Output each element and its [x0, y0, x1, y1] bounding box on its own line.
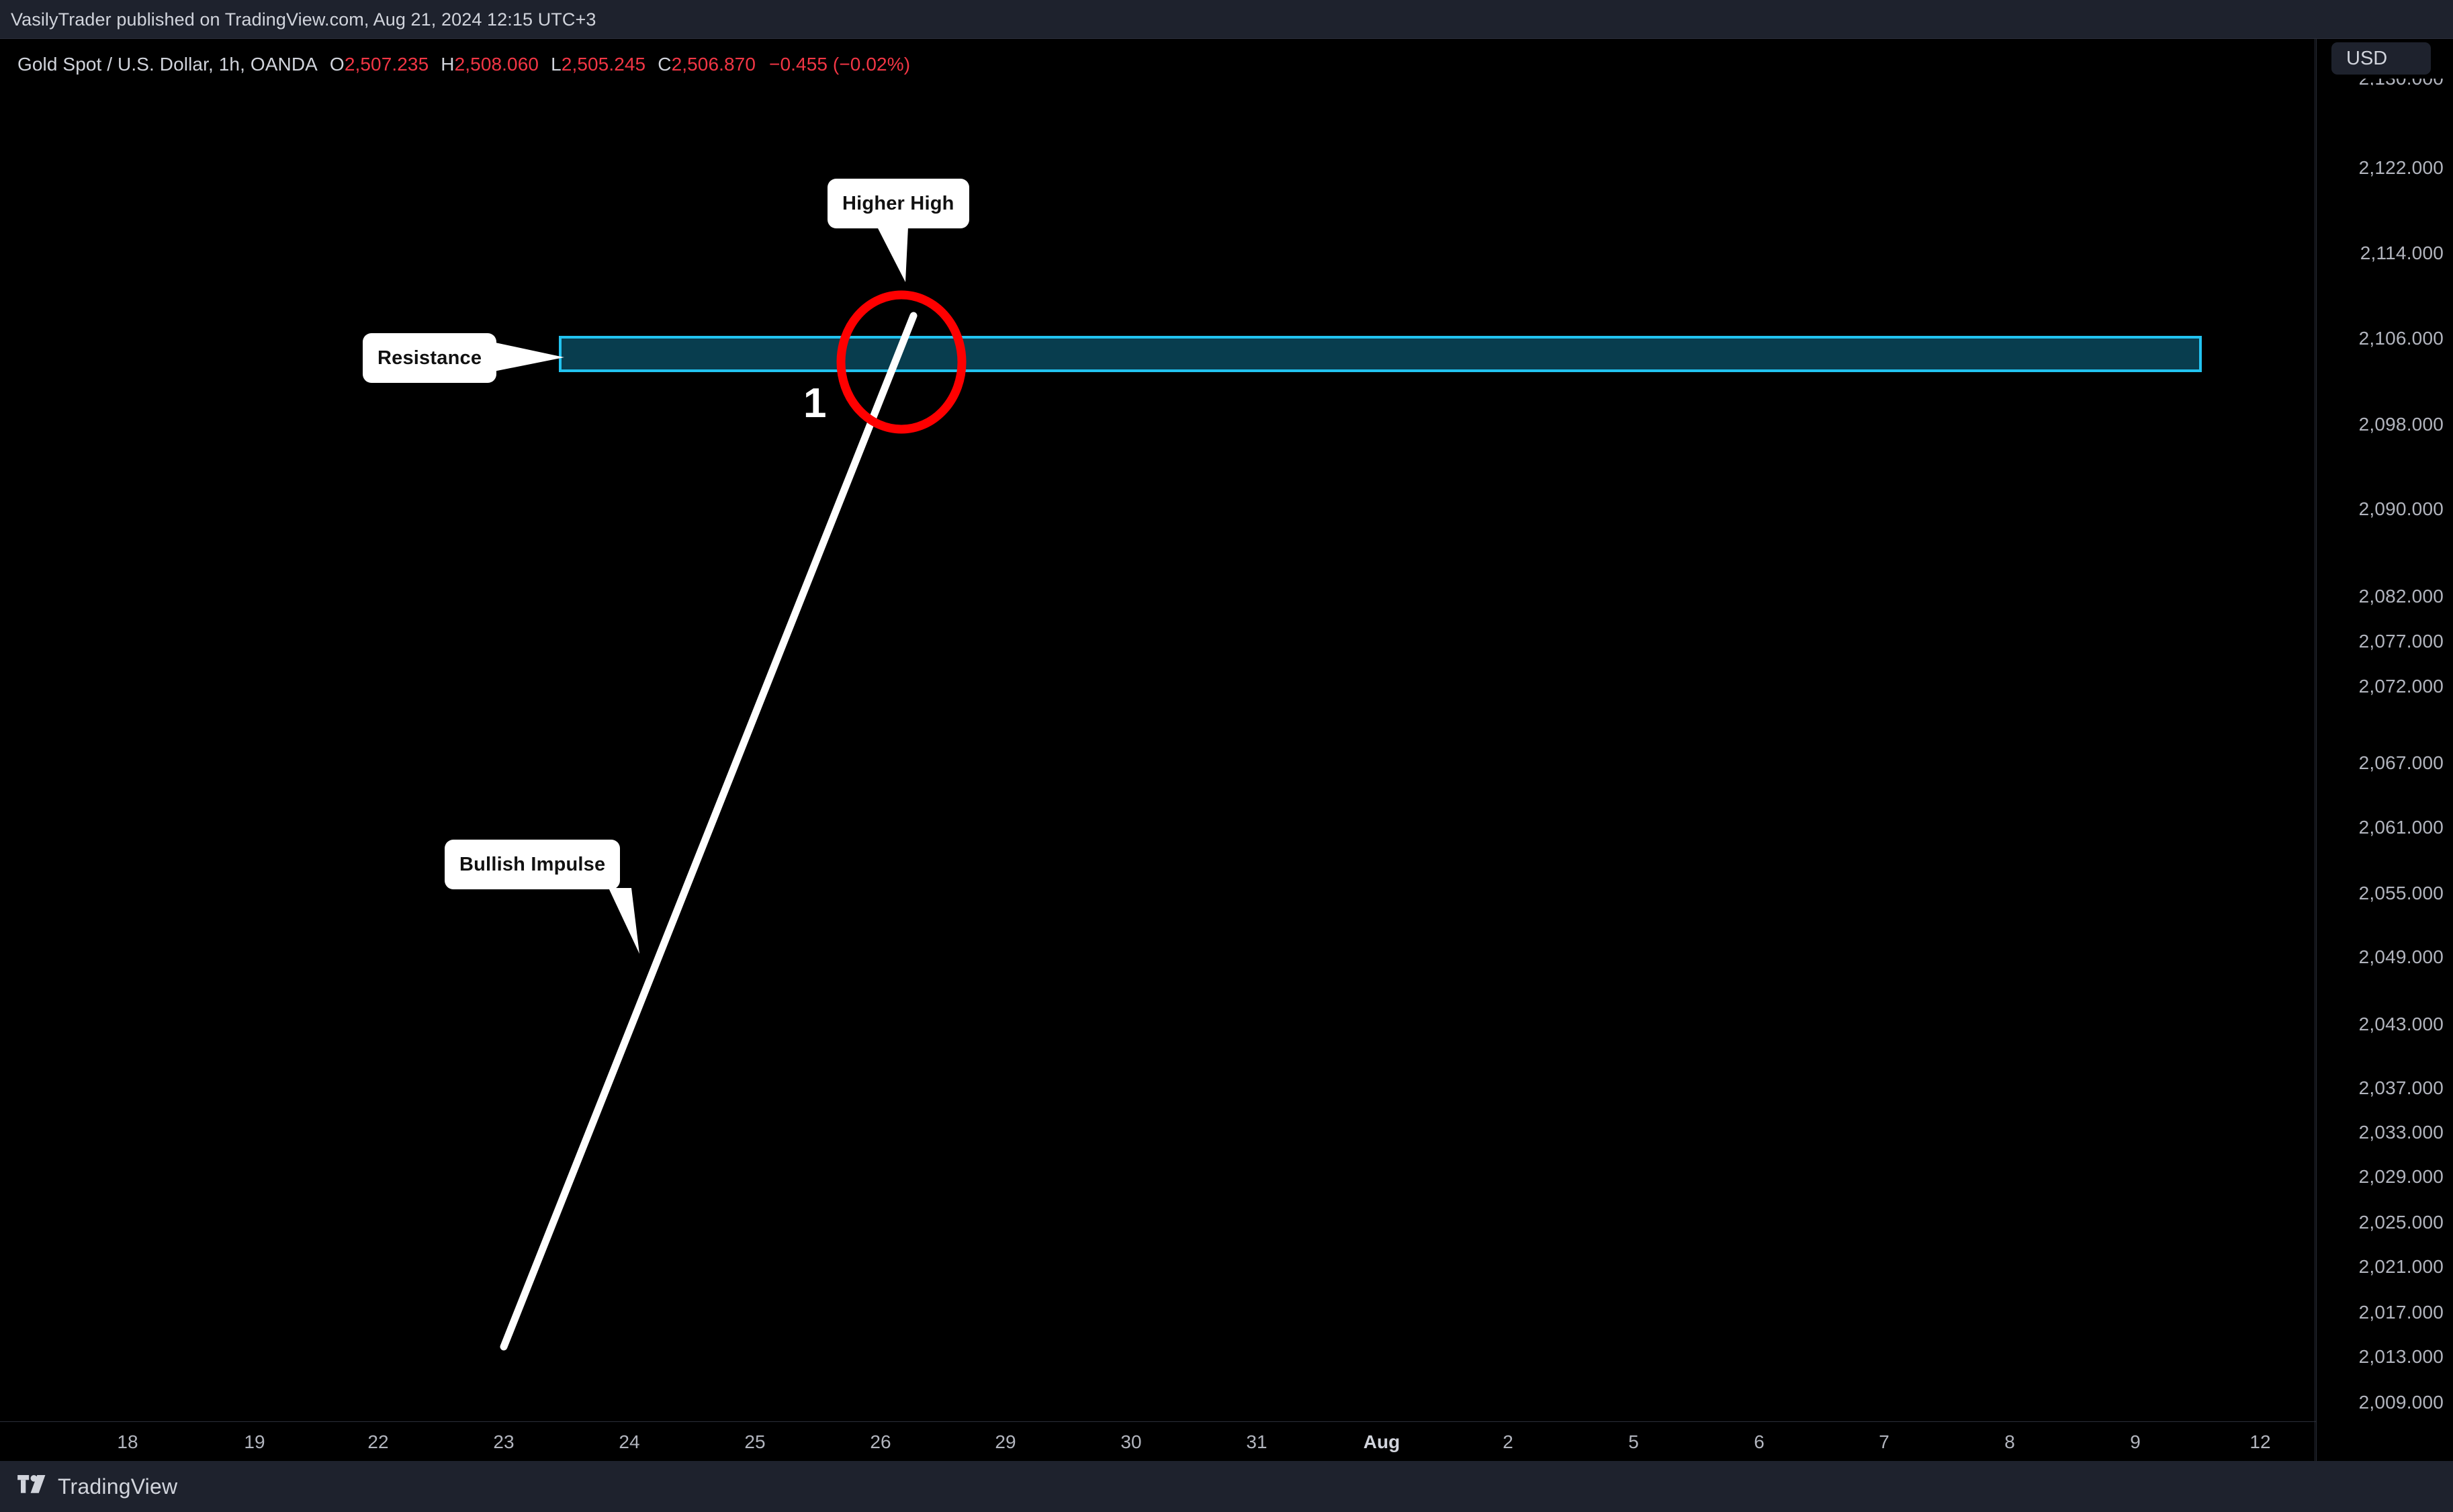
price-tick: 2,090.000	[2358, 498, 2444, 519]
time-tick: Aug	[1363, 1431, 1400, 1452]
time-tick: 30	[1120, 1431, 1142, 1452]
tradingview-wordmark: TradingView	[58, 1474, 178, 1499]
symbol-title[interactable]: Gold Spot / U.S. Dollar, 1h, OANDA	[17, 54, 318, 75]
wave-count-label: 1	[803, 380, 827, 427]
chart-canvas[interactable]	[0, 39, 2315, 1461]
time-tick: 26	[870, 1431, 891, 1452]
time-tick: 23	[493, 1431, 515, 1452]
time-tick: 5	[1628, 1431, 1639, 1452]
price-tick: 2,122.000	[2358, 157, 2444, 178]
time-tick: 9	[2130, 1431, 2141, 1452]
time-axis-divider	[0, 1421, 2453, 1422]
footer-bar: TradingView	[0, 1461, 2453, 1512]
price-tick: 2,106.000	[2358, 328, 2444, 349]
time-tick: 29	[995, 1431, 1016, 1452]
price-tick: 2,098.000	[2358, 414, 2444, 435]
symbol-ohlc-legend[interactable]: Gold Spot / U.S. Dollar, 1h, OANDA O2,507…	[17, 54, 910, 75]
price-tick: 2,061.000	[2358, 817, 2444, 838]
time-tick: 12	[2249, 1431, 2271, 1452]
tradingview-logo-icon	[17, 1475, 46, 1493]
axis-corner	[2316, 1421, 2453, 1461]
currency-badge[interactable]: USD	[2331, 42, 2431, 75]
time-tick: 6	[1754, 1431, 1765, 1452]
close-value: 2,506.870	[671, 54, 756, 75]
time-tick: 31	[1246, 1431, 1267, 1452]
callout-higher-high[interactable]: Higher High	[828, 179, 969, 228]
callout-resistance[interactable]: Resistance	[363, 333, 497, 383]
price-tick: 2,017.000	[2358, 1302, 2444, 1323]
price-tick: 2,033.000	[2358, 1122, 2444, 1143]
price-tick: 2,082.000	[2358, 586, 2444, 607]
publication-credit-line: VasilyTrader published on TradingView.co…	[11, 9, 596, 30]
time-tick: 8	[2004, 1431, 2015, 1452]
price-tick: 2,114.000	[2360, 242, 2444, 263]
time-tick: 18	[117, 1431, 138, 1452]
resistance-zone-rectangle[interactable]	[559, 336, 2202, 372]
high-label: H	[441, 54, 455, 75]
change-value: −0.455 (−0.02%)	[769, 54, 911, 75]
close-label: C	[658, 54, 672, 75]
time-tick: 22	[367, 1431, 389, 1452]
time-tick: 25	[744, 1431, 766, 1452]
price-tick: 2,013.000	[2358, 1346, 2444, 1367]
high-value: 2,508.060	[454, 54, 539, 75]
time-tick: 19	[244, 1431, 265, 1452]
price-tick: 2,021.000	[2358, 1256, 2444, 1277]
price-tick-clipped: 2,130.000	[2359, 79, 2444, 85]
price-tick: 2,037.000	[2358, 1077, 2444, 1098]
price-tick: 2,049.000	[2358, 946, 2444, 967]
low-value: 2,505.245	[561, 54, 646, 75]
price-tick: 2,029.000	[2358, 1166, 2444, 1187]
top-header-bar: VasilyTrader published on TradingView.co…	[0, 0, 2453, 39]
low-label: L	[551, 54, 562, 75]
time-tick: 7	[1879, 1431, 1889, 1452]
price-tick: 2,077.000	[2358, 631, 2444, 652]
price-tick: 2,055.000	[2358, 883, 2444, 903]
price-tick: 2,025.000	[2358, 1212, 2444, 1233]
price-tick: 2,067.000	[2358, 752, 2444, 773]
price-tick: 2,072.000	[2358, 676, 2444, 697]
time-tick: 24	[619, 1431, 640, 1452]
time-tick: 2	[1503, 1431, 1513, 1452]
price-tick: 2,043.000	[2358, 1014, 2444, 1034]
price-tick: 2,009.000	[2358, 1392, 2444, 1413]
open-label: O	[329, 54, 345, 75]
open-value: 2,507.235	[344, 54, 429, 75]
callout-bullish-impulse[interactable]: Bullish Impulse	[445, 840, 621, 889]
